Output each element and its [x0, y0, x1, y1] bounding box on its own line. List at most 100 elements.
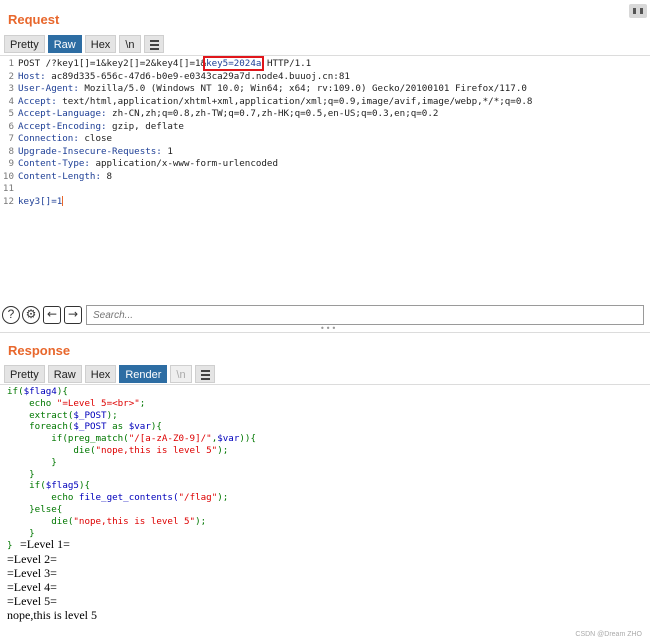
arrow-right-icon[interactable]: → — [64, 306, 82, 324]
request-token: Accept: — [18, 95, 57, 107]
highlight-box — [203, 56, 265, 71]
request-line-text: Upgrade-Insecure-Requests: 1 — [18, 146, 173, 159]
request-token: Upgrade-Insecure-Requests: — [18, 145, 162, 157]
php-token: )){ — [239, 433, 256, 445]
line-number: 12 — [2, 195, 14, 207]
php-token: ){ — [56, 386, 68, 397]
response-render-view: if($flag4){ echo "=Level 5=<br>"; extrac… — [0, 385, 650, 643]
php-token: $var — [217, 433, 240, 445]
request-line-text: key3[]=1 — [18, 195, 64, 209]
request-token: POST /?key1[]=1&key2[]=2&key4[]=1& — [18, 58, 207, 69]
php-token: "=Level 5=<br>" — [56, 397, 140, 409]
request-editor[interactable]: 1 POST /?key1[]=1&key2[]=2&key4[]=1&key5=… — [0, 56, 650, 296]
php-token: echo — [7, 397, 57, 409]
php-token: } — [7, 468, 35, 480]
request-line-text: Accept: text/html,application/xhtml+xml,… — [18, 96, 532, 109]
request-line-text: Accept-Encoding: gzip, deflate — [18, 121, 184, 134]
request-tab-raw[interactable]: Raw — [47, 35, 82, 53]
response-tabbar: Pretty Raw Hex Render \n — [4, 365, 215, 383]
php-token: "/[a-zA-Z0-9]/" — [128, 433, 212, 445]
line-number: 7 — [8, 133, 14, 144]
response-tab-newline[interactable]: \n — [170, 365, 192, 383]
request-line-text: User-Agent: Mozilla/5.0 (Windows NT 10.0… — [18, 83, 527, 96]
php-token: "/flag" — [178, 492, 218, 504]
request-title: Request — [8, 12, 60, 27]
arrow-left-icon[interactable]: ← — [43, 306, 61, 324]
render-output-line: =Level 5= — [7, 594, 57, 609]
request-token: Accept-Encoding: — [18, 120, 107, 132]
php-token: ; — [139, 397, 146, 409]
request-token: Host: — [18, 70, 46, 82]
php-token: ); — [217, 445, 229, 456]
response-tab-hex[interactable]: Hex — [84, 365, 117, 383]
request-token: User-Agent: — [18, 83, 79, 94]
request-token: text/html,application/xhtml+xml,applicat… — [56, 95, 533, 107]
php-token: $var — [128, 421, 151, 433]
response-tab-pretty[interactable]: Pretty — [4, 365, 45, 383]
request-tab-newline[interactable]: \n — [119, 35, 141, 53]
request-menu-icon[interactable] — [143, 35, 164, 53]
php-source-line: die("nope,this is level 5"); — [7, 445, 228, 457]
text-caret — [62, 196, 64, 206]
php-source-line: extract($_POST); — [7, 410, 118, 422]
php-token: if(preg_match( — [7, 433, 129, 445]
php-token: }else{ — [7, 504, 63, 515]
request-tabbar: Pretty Raw Hex \n — [4, 35, 164, 53]
request-token: Accept-Language: — [18, 108, 107, 119]
line-number: 4 — [8, 95, 14, 107]
php-source-line: }else{ — [7, 504, 62, 516]
php-token: ){ — [150, 421, 162, 433]
response-menu-icon[interactable] — [194, 365, 215, 383]
php-token: $flag5 — [45, 480, 79, 492]
request-token: 1 — [161, 145, 173, 157]
line-number: 5 — [8, 108, 14, 119]
layout-toggle-icon[interactable] — [629, 4, 647, 18]
line-number: 10 — [2, 170, 14, 182]
render-output-line: =Level 2= — [7, 551, 57, 566]
request-token: key3[]=1 — [18, 195, 63, 207]
request-token: ac89d335-656c-47d6-b0e9-e0343ca29a7d.nod… — [45, 70, 350, 82]
request-line-text: POST /?key1[]=1&key2[]=2&key4[]=1&key5=2… — [18, 58, 311, 71]
php-closing-brace: } — [7, 540, 13, 552]
response-tab-raw[interactable]: Raw — [47, 365, 82, 383]
request-tab-pretty[interactable]: Pretty — [4, 35, 45, 53]
settings-icon[interactable]: ⚙ — [22, 306, 40, 324]
section-divider — [0, 332, 650, 333]
php-source-line: if($flag4){ — [7, 386, 68, 398]
php-token: ); — [217, 492, 229, 504]
php-token: "nope,this is level 5" — [95, 445, 218, 456]
php-token: foreach( — [7, 421, 74, 433]
php-source-line: echo file_get_contents("/flag"); — [7, 492, 228, 504]
request-token: application/x-www-form-urlencoded — [89, 158, 278, 169]
request-tab-hex[interactable]: Hex — [84, 35, 117, 53]
line-number: 8 — [8, 145, 14, 157]
line-number: 1 — [8, 58, 14, 69]
request-line-text: Connection: close — [18, 133, 112, 146]
search-input[interactable] — [86, 305, 644, 325]
request-line-text: Host: ac89d335-656c-47d6-b0e9-e0343ca29a… — [18, 71, 350, 84]
request-token: Connection: — [18, 133, 79, 144]
php-source-line: } — [7, 469, 35, 481]
search-bar: ? ⚙ ← → — [0, 305, 650, 325]
php-source-line: if(preg_match("/[a-zA-Z0-9]/",$var)){ — [7, 433, 256, 445]
request-token: 8 — [100, 170, 113, 182]
php-token: "nope,this is level 5" — [73, 515, 196, 527]
php-token: } — [7, 456, 57, 468]
request-token: zh-CN,zh;q=0.8,zh-TW;q=0.7,zh-HK;q=0.5,e… — [106, 108, 439, 119]
php-source-line: } — [7, 457, 57, 469]
request-token: close — [78, 133, 113, 144]
php-source-line: if($flag5){ — [7, 480, 90, 492]
php-token: ); — [195, 515, 207, 527]
php-token: $flag4 — [23, 386, 57, 397]
response-tab-render[interactable]: Render — [119, 365, 168, 383]
php-token: die( — [7, 445, 96, 456]
request-token: Mozilla/5.0 (Windows NT 10.0; Win64; x64… — [78, 83, 527, 94]
php-token: ); — [106, 409, 118, 421]
line-number: 11 — [2, 183, 14, 194]
request-token: HTTP/1.1 — [261, 58, 312, 69]
help-icon[interactable]: ? — [2, 306, 20, 324]
render-output-line: =Level 1= — [20, 537, 70, 552]
line-number: 9 — [8, 158, 14, 169]
request-token: gzip, deflate — [106, 120, 184, 132]
watermark: CSDN @Dream ZHO — [575, 631, 642, 638]
